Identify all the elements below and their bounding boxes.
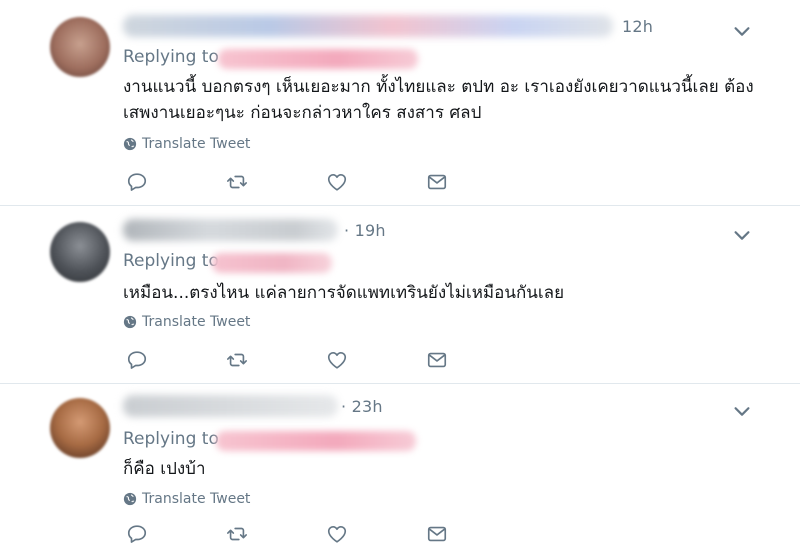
redacted-user-name[interactable] bbox=[123, 395, 338, 417]
globe-icon bbox=[123, 315, 137, 329]
redacted-user-name[interactable] bbox=[123, 219, 338, 241]
tweet-text-line: เสพงานเยอะๆนะ ก่อนจะกล่าวหาใคร สงสาร ศลป bbox=[123, 103, 482, 123]
redacted-reply-handle[interactable] bbox=[216, 431, 416, 451]
chevron-down-icon[interactable] bbox=[731, 20, 753, 42]
tweet-timestamp[interactable]: · 23h bbox=[341, 397, 383, 416]
tweet-text-line: งานแนวนี้ บอกตรงๆ เห็นเยอะมาก ทั้งไทยและ… bbox=[123, 77, 754, 97]
message-icon[interactable] bbox=[426, 171, 448, 193]
retweet-icon[interactable] bbox=[226, 349, 248, 371]
reply-icon[interactable] bbox=[126, 349, 148, 371]
avatar[interactable] bbox=[50, 17, 110, 77]
chevron-down-icon[interactable] bbox=[731, 400, 753, 422]
replying-to-label: Replying to bbox=[123, 47, 219, 67]
retweet-icon[interactable] bbox=[226, 171, 248, 193]
avatar[interactable] bbox=[50, 222, 110, 282]
message-icon[interactable] bbox=[426, 349, 448, 371]
reply-icon[interactable] bbox=[126, 523, 148, 545]
tweet-text: ก็คือ เปงบ้า bbox=[123, 456, 206, 482]
redacted-reply-handle[interactable] bbox=[212, 253, 332, 273]
tweet-text-line: ก็คือ เปงบ้า bbox=[123, 459, 206, 479]
reply-icon[interactable] bbox=[126, 171, 148, 193]
replying-to-label: Replying to bbox=[123, 429, 219, 449]
like-icon[interactable] bbox=[326, 349, 348, 371]
translate-tweet-link[interactable]: Translate Tweet bbox=[123, 314, 250, 330]
tweet-2[interactable]: · 19h Replying to เหมือน...ตรงไหน แค่ลาย… bbox=[0, 206, 800, 384]
globe-icon bbox=[123, 492, 137, 506]
avatar[interactable] bbox=[50, 398, 110, 458]
translate-tweet-label: Translate Tweet bbox=[142, 136, 251, 152]
tweet-3[interactable]: · 23h Replying to ก็คือ เปงบ้า Translate… bbox=[0, 384, 800, 543]
redacted-reply-handle[interactable] bbox=[218, 49, 418, 69]
replying-to-label: Replying to bbox=[123, 251, 219, 271]
tweet-text: เหมือน...ตรงไหน แค่ลายการจัดแพทเทรินยังไ… bbox=[123, 280, 564, 306]
redacted-user-name[interactable] bbox=[123, 15, 613, 37]
tweet-text: งานแนวนี้ บอกตรงๆ เห็นเยอะมาก ทั้งไทยและ… bbox=[123, 74, 754, 126]
like-icon[interactable] bbox=[326, 171, 348, 193]
message-icon[interactable] bbox=[426, 523, 448, 545]
translate-tweet-label: Translate Tweet bbox=[142, 314, 251, 330]
like-icon[interactable] bbox=[326, 523, 348, 545]
tweet-timestamp[interactable]: · 19h bbox=[344, 221, 386, 240]
tweet-timestamp[interactable]: 12h bbox=[622, 17, 653, 36]
translate-tweet-link[interactable]: Translate Tweet bbox=[123, 136, 250, 152]
translate-tweet-link[interactable]: Translate Tweet bbox=[123, 491, 250, 507]
tweet-time-value: 19h bbox=[354, 221, 386, 240]
tweet-time-value: 23h bbox=[351, 397, 383, 416]
retweet-icon[interactable] bbox=[226, 523, 248, 545]
globe-icon bbox=[123, 137, 137, 151]
tweet-1[interactable]: 12h Replying to งานแนวนี้ บอกตรงๆ เห็นเย… bbox=[0, 0, 800, 206]
tweet-text-line: เหมือน...ตรงไหน แค่ลายการจัดแพทเทรินยังไ… bbox=[123, 283, 565, 303]
chevron-down-icon[interactable] bbox=[731, 224, 753, 246]
translate-tweet-label: Translate Tweet bbox=[142, 491, 251, 507]
